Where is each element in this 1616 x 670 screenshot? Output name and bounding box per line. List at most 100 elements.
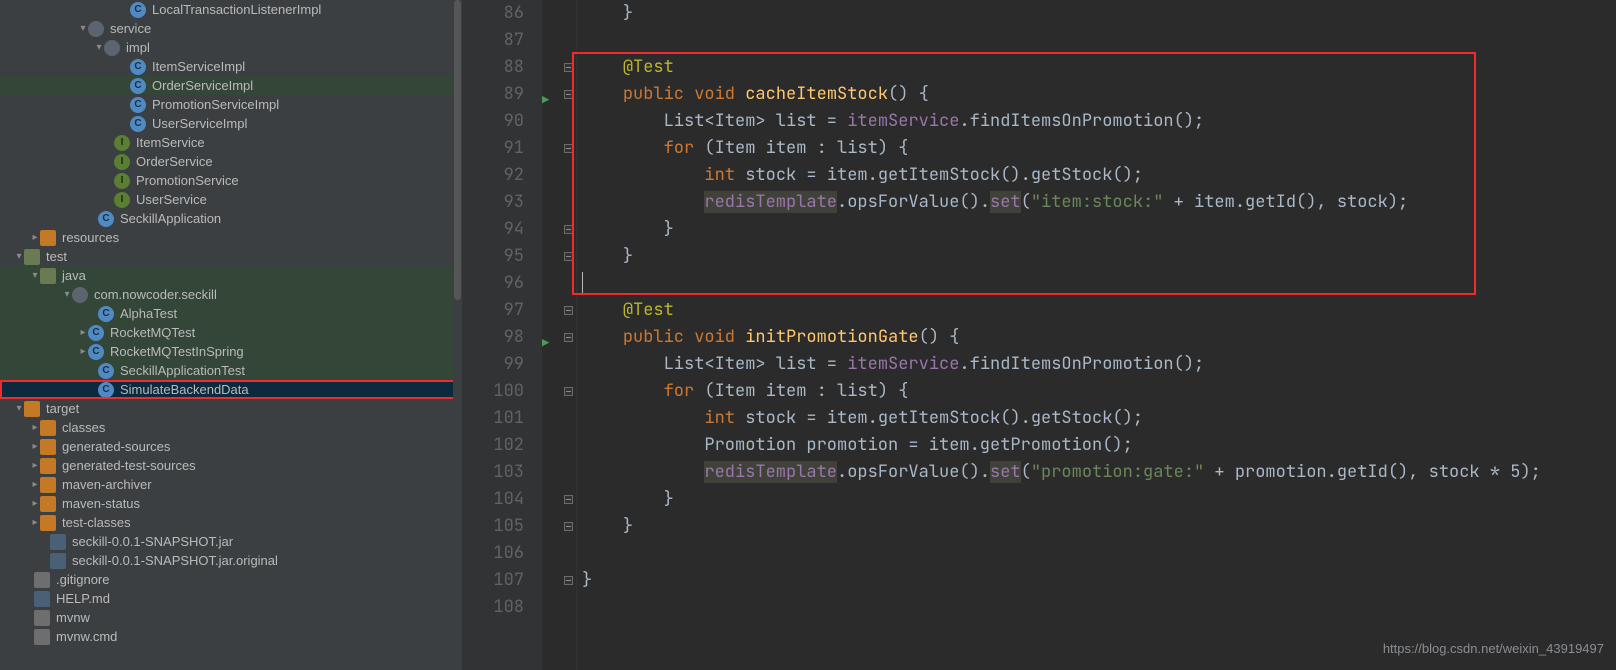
line-number[interactable]: 102 (493, 432, 524, 459)
line-number[interactable]: 105 (493, 513, 524, 540)
project-tree-panel[interactable]: CLocalTransactionListenerImplserviceimpl… (0, 0, 462, 670)
editor-gutter[interactable]: 8687888990919293949596979899100101102103… (462, 0, 542, 670)
code-line[interactable] (582, 540, 1616, 567)
tree-item-mvnw-cmd[interactable]: mvnw.cmd (0, 627, 462, 646)
expand-arrow-icon[interactable] (14, 399, 24, 418)
line-number[interactable]: 88 (504, 54, 524, 81)
tree-item-service[interactable]: service (0, 19, 462, 38)
line-number[interactable]: 93 (504, 189, 524, 216)
line-number[interactable]: 104 (493, 486, 524, 513)
fold-column[interactable] (562, 0, 577, 670)
code-line[interactable] (582, 594, 1616, 621)
line-number[interactable]: 97 (504, 297, 524, 324)
code-line[interactable]: for (Item item : list) { (582, 378, 1616, 405)
tree-item--gitignore[interactable]: .gitignore (0, 570, 462, 589)
line-number[interactable]: 99 (504, 351, 524, 378)
fold-toggle-icon[interactable] (564, 90, 573, 99)
tree-item-userservice[interactable]: IUserService (0, 190, 462, 209)
code-line[interactable]: @Test (582, 297, 1616, 324)
code-line[interactable]: List<Item> list = itemService.findItemsO… (582, 351, 1616, 378)
line-number[interactable]: 101 (493, 405, 524, 432)
fold-toggle-icon[interactable] (564, 333, 573, 342)
tree-item-classes[interactable]: classes (0, 418, 462, 437)
expand-arrow-icon[interactable] (14, 247, 24, 266)
tree-item-generated-sources[interactable]: generated-sources (0, 437, 462, 456)
line-number[interactable]: 94 (504, 216, 524, 243)
code-line[interactable]: } (582, 216, 1616, 243)
code-line[interactable]: public void initPromotionGate() { (582, 324, 1616, 351)
expand-arrow-icon[interactable] (30, 494, 40, 513)
expand-arrow-icon[interactable] (30, 456, 40, 475)
code-line[interactable]: } (582, 513, 1616, 540)
tree-item-test-classes[interactable]: test-classes (0, 513, 462, 532)
tree-item-maven-status[interactable]: maven-status (0, 494, 462, 513)
tree-item-itemserviceimpl[interactable]: CItemServiceImpl (0, 57, 462, 76)
tree-item-orderservice[interactable]: IOrderService (0, 152, 462, 171)
run-test-icon[interactable]: ▶ (542, 330, 549, 357)
code-line[interactable]: @Test (582, 54, 1616, 81)
fold-toggle-icon[interactable] (564, 495, 573, 504)
tree-item-simulatebackenddata[interactable]: CSimulateBackendData (0, 380, 462, 399)
fold-toggle-icon[interactable] (564, 576, 573, 585)
tree-item-test[interactable]: test (0, 247, 462, 266)
expand-arrow-icon[interactable] (62, 285, 72, 304)
tree-item-itemservice[interactable]: IItemService (0, 133, 462, 152)
expand-arrow-icon[interactable] (30, 437, 40, 456)
line-number[interactable]: 108 (493, 594, 524, 621)
code-line[interactable]: redisTemplate.opsForValue().set("item:st… (582, 189, 1616, 216)
code-line[interactable] (582, 27, 1616, 54)
tree-item-help-md[interactable]: HELP.md (0, 589, 462, 608)
tree-item-maven-archiver[interactable]: maven-archiver (0, 475, 462, 494)
code-editor[interactable]: 8687888990919293949596979899100101102103… (462, 0, 1616, 670)
line-number[interactable]: 86 (504, 0, 524, 27)
tree-item-impl[interactable]: impl (0, 38, 462, 57)
fold-toggle-icon[interactable] (564, 522, 573, 531)
expand-arrow-icon[interactable] (30, 475, 40, 494)
tree-item-orderserviceimpl[interactable]: COrderServiceImpl (0, 76, 462, 95)
tree-item-seckillapplication[interactable]: CSeckillApplication (0, 209, 462, 228)
fold-toggle-icon[interactable] (564, 252, 573, 261)
expand-arrow-icon[interactable] (78, 323, 88, 342)
code-line[interactable]: } (582, 0, 1616, 27)
code-line[interactable]: List<Item> list = itemService.findItemsO… (582, 108, 1616, 135)
run-test-icon[interactable]: ▶ (542, 87, 549, 114)
tree-item-com-nowcoder-seckill[interactable]: com.nowcoder.seckill (0, 285, 462, 304)
tree-item-alphatest[interactable]: CAlphaTest (0, 304, 462, 323)
line-number[interactable]: 90 (504, 108, 524, 135)
code-line[interactable]: int stock = item.getItemStock().getStock… (582, 405, 1616, 432)
tree-scrollbar-thumb[interactable] (454, 0, 461, 300)
line-number[interactable]: 98 (504, 324, 524, 351)
line-number[interactable]: 103 (493, 459, 524, 486)
code-line[interactable]: int stock = item.getItemStock().getStock… (582, 162, 1616, 189)
line-number[interactable]: 107 (493, 567, 524, 594)
line-number[interactable]: 96 (504, 270, 524, 297)
code-line[interactable]: for (Item item : list) { (582, 135, 1616, 162)
code-line[interactable]: } (582, 486, 1616, 513)
tree-item-target[interactable]: target (0, 399, 462, 418)
code-line[interactable]: } (582, 243, 1616, 270)
code-line[interactable]: public void cacheItemStock() { (582, 81, 1616, 108)
tree-item-resources[interactable]: resources (0, 228, 462, 247)
tree-item-seckill-0-0-1-snapshot-jar[interactable]: seckill-0.0.1-SNAPSHOT.jar (0, 532, 462, 551)
code-line[interactable] (582, 270, 1616, 297)
tree-item-userserviceimpl[interactable]: CUserServiceImpl (0, 114, 462, 133)
tree-item-promotionservice[interactable]: IPromotionService (0, 171, 462, 190)
tree-item-promotionserviceimpl[interactable]: CPromotionServiceImpl (0, 95, 462, 114)
expand-arrow-icon[interactable] (78, 19, 88, 38)
code-line[interactable]: } (582, 567, 1616, 594)
line-number[interactable]: 92 (504, 162, 524, 189)
expand-arrow-icon[interactable] (30, 228, 40, 247)
fold-toggle-icon[interactable] (564, 387, 573, 396)
code-line[interactable]: Promotion promotion = item.getPromotion(… (582, 432, 1616, 459)
tree-item-generated-test-sources[interactable]: generated-test-sources (0, 456, 462, 475)
tree-item-seckill-0-0-1-snapshot-jar-original[interactable]: seckill-0.0.1-SNAPSHOT.jar.original (0, 551, 462, 570)
fold-toggle-icon[interactable] (564, 144, 573, 153)
tree-item-localtransactionlistenerimpl[interactable]: CLocalTransactionListenerImpl (0, 0, 462, 19)
fold-toggle-icon[interactable] (564, 306, 573, 315)
line-number[interactable]: 87 (504, 27, 524, 54)
expand-arrow-icon[interactable] (94, 38, 104, 57)
line-number[interactable]: 100 (493, 378, 524, 405)
tree-item-rocketmqtest[interactable]: CRocketMQTest (0, 323, 462, 342)
line-number[interactable]: 89 (504, 81, 524, 108)
fold-toggle-icon[interactable] (564, 63, 573, 72)
